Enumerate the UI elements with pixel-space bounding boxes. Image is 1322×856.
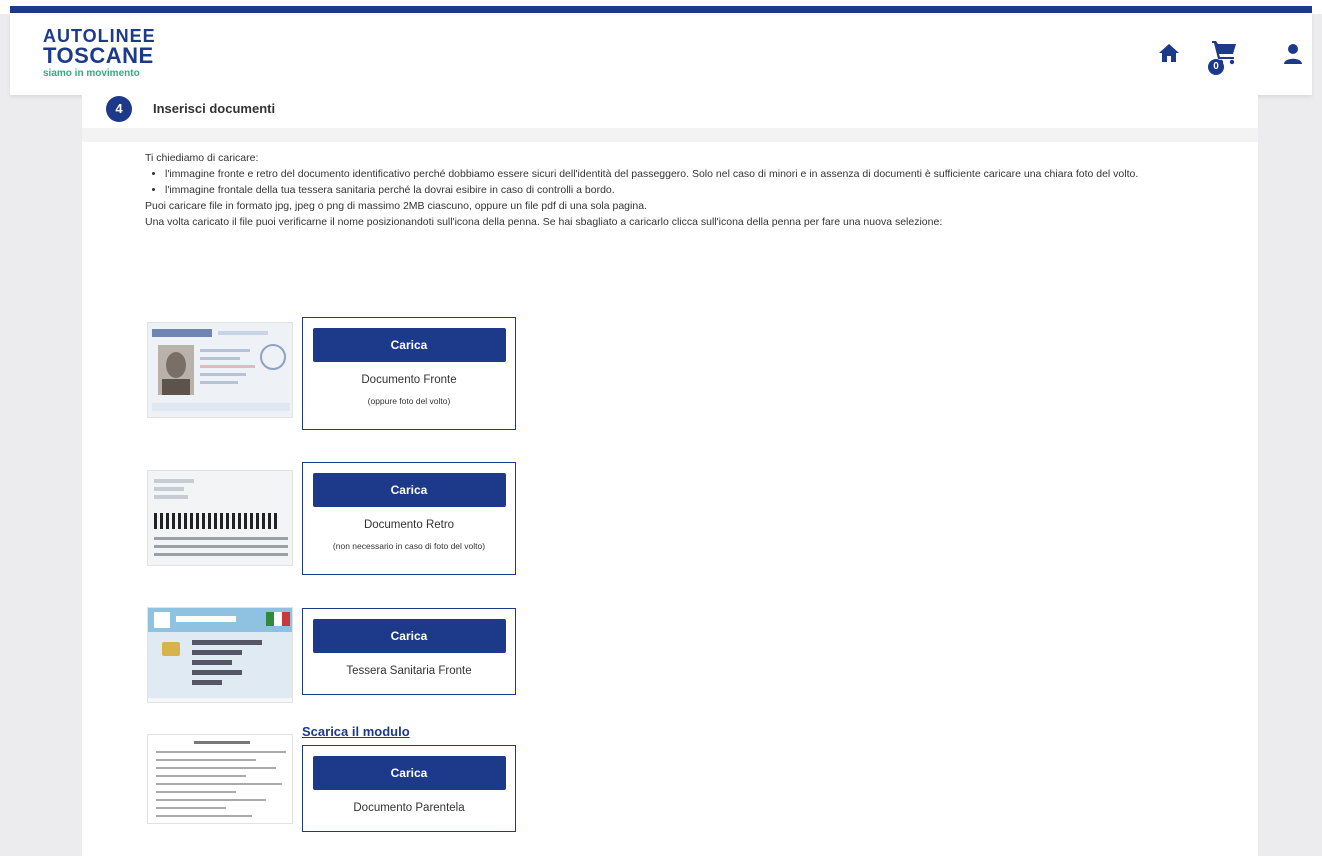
section-divider xyxy=(82,128,1258,142)
upload-label: Documento Parentela xyxy=(353,802,465,814)
download-form-link[interactable]: Scarica il modulo xyxy=(302,724,410,739)
upload-card-document-back: Carica Documento Retro (non necessario i… xyxy=(302,462,516,575)
upload-relationship-document-button[interactable]: Carica xyxy=(312,756,506,790)
instructions-bullet: l'immagine frontale della tua tessera sa… xyxy=(165,182,1225,198)
upload-card-document-front: Carica Documento Fronte (oppure foto del… xyxy=(302,317,516,430)
brand-stripe xyxy=(10,6,1312,13)
instructions-lead: Ti chiediamo di caricare: xyxy=(145,152,259,164)
health-card-sample-image xyxy=(147,607,293,703)
cart-count-badge: 0 xyxy=(1208,59,1224,75)
edit-file-note: Una volta caricato il file puoi verifica… xyxy=(145,216,943,228)
logo-tagline: siamo in movimento xyxy=(43,68,140,79)
upload-note: (oppure foto del volto) xyxy=(367,396,451,406)
instructions-list: l'immagine fronte e retro del documento … xyxy=(165,166,1225,198)
user-icon[interactable] xyxy=(1282,43,1304,65)
upload-health-card-button[interactable]: Carica xyxy=(312,619,506,653)
upload-card-health-card: Carica Tessera Sanitaria Fronte xyxy=(302,608,516,695)
cart-icon[interactable]: 0 xyxy=(1208,39,1238,75)
upload-note: (non necessario in caso di foto del volt… xyxy=(332,541,486,551)
top-bar xyxy=(0,0,1322,14)
id-front-sample-image xyxy=(147,322,293,418)
site-logo[interactable]: AUTOLINEE TOSCANE siamo in movimento xyxy=(43,27,156,81)
logo-line2: TOSCANE xyxy=(43,43,154,68)
id-back-sample-image xyxy=(147,470,293,566)
upload-document-back-button[interactable]: Carica xyxy=(312,473,506,507)
instructions-bullet: l'immagine fronte e retro del documento … xyxy=(165,166,1225,182)
step-number: 4 xyxy=(106,96,132,122)
site-header: AUTOLINEE TOSCANE siamo in movimento 0 xyxy=(10,13,1312,95)
upload-document-front-button[interactable]: Carica xyxy=(312,328,506,362)
form-sample-image xyxy=(147,734,293,824)
upload-label: Documento Fronte xyxy=(361,374,457,386)
upload-label: Documento Retro xyxy=(363,519,455,531)
upload-card-relationship-document: Carica Documento Parentela xyxy=(302,745,516,832)
instructions: Ti chiediamo di caricare: l'immagine fro… xyxy=(145,150,1225,230)
step-title: Inserisci documenti xyxy=(153,101,276,116)
file-format-note: Puoi caricare file in formato jpg, jpeg … xyxy=(145,200,647,212)
home-icon[interactable] xyxy=(1158,43,1180,63)
upload-label: Tessera Sanitaria Fronte xyxy=(346,665,472,677)
